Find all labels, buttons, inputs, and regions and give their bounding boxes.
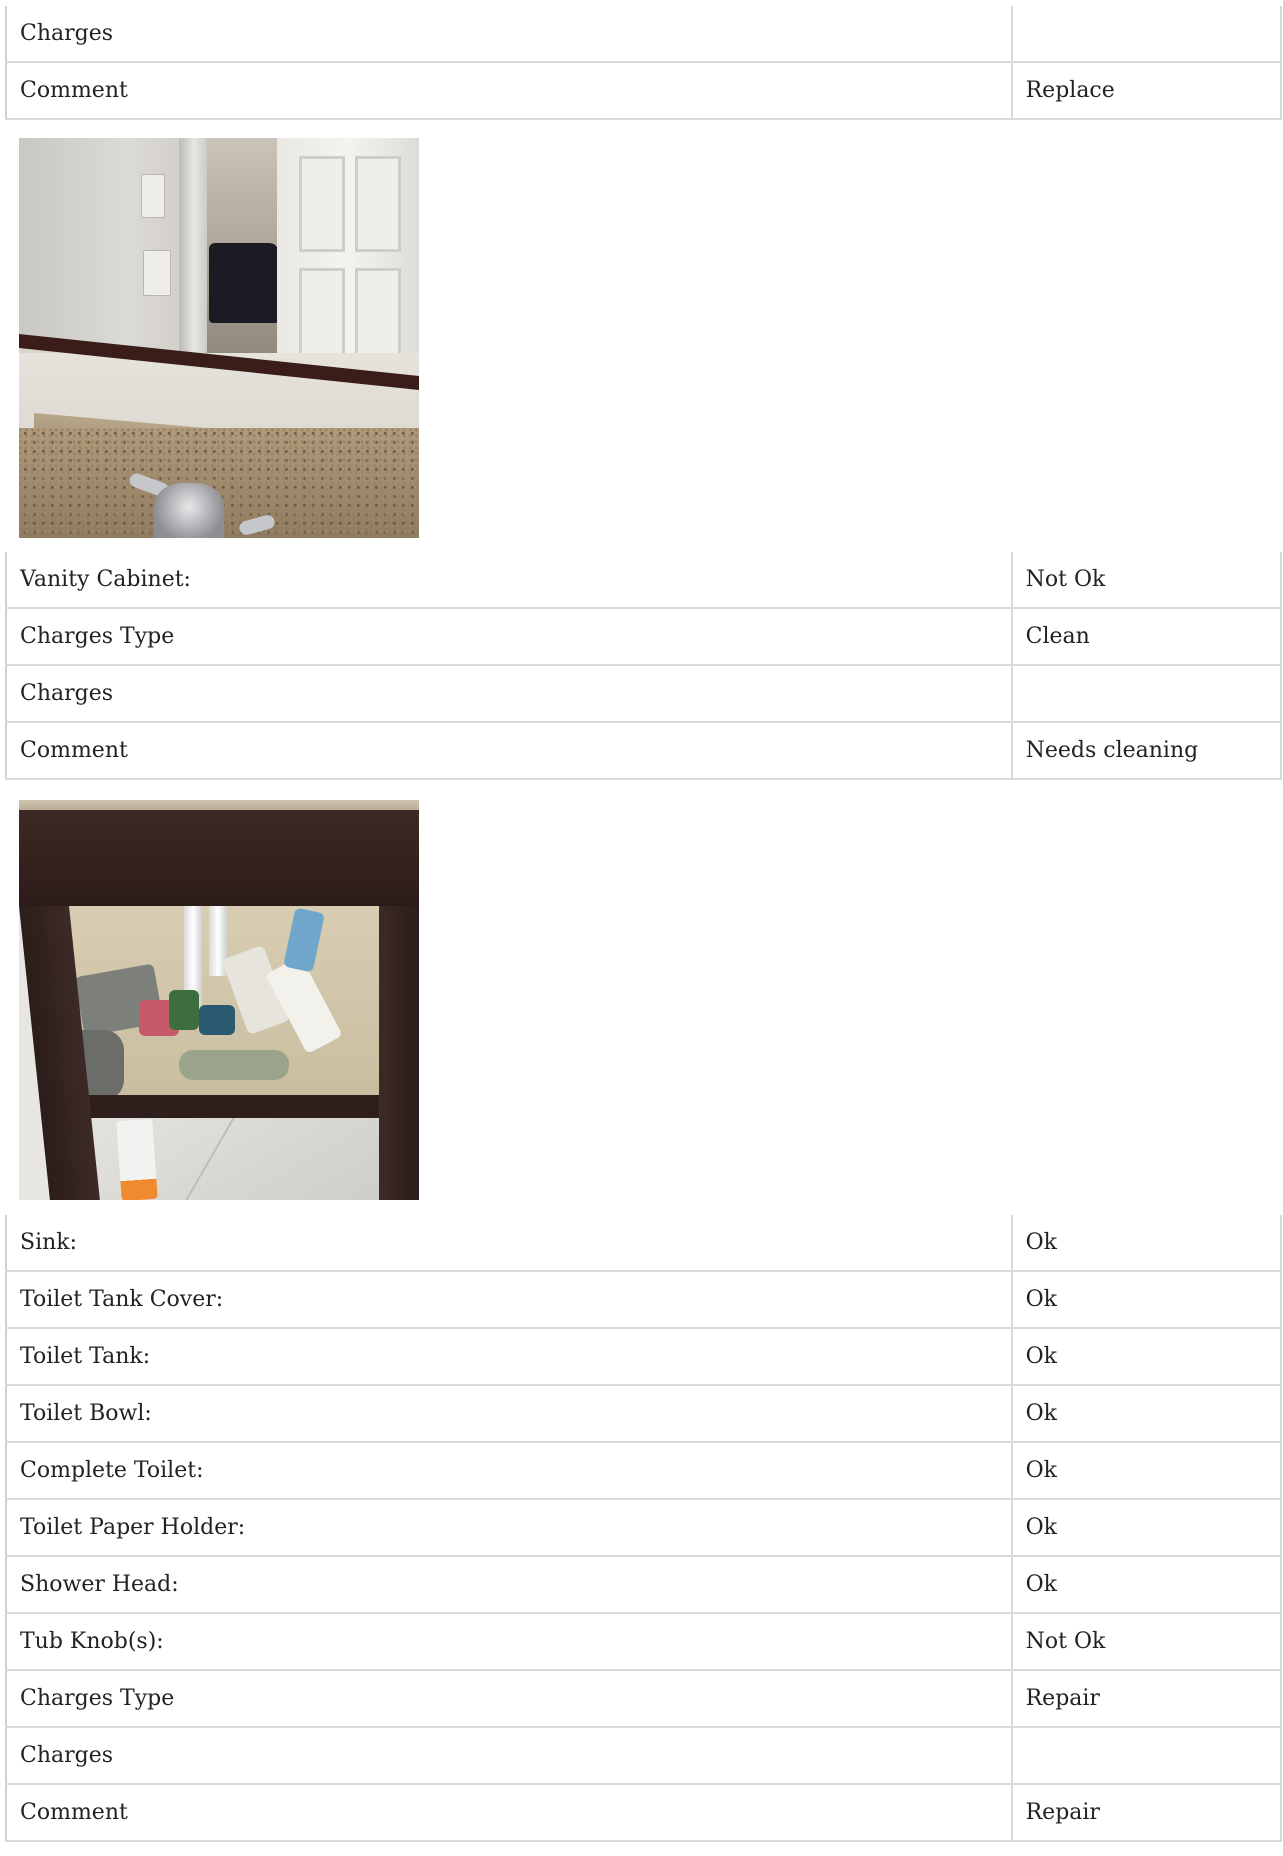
table-row: Toilet Tank: Ok [5, 1327, 1283, 1386]
photo-clutter [199, 1005, 235, 1035]
row-label: Toilet Bowl: [5, 1384, 1013, 1443]
row-label: Charges [5, 6, 1013, 63]
photo-wall [19, 138, 199, 348]
row-label: Comment [5, 721, 1013, 780]
table-row: Tub Knob(s): Not Ok [5, 1612, 1283, 1671]
row-label: Charges [5, 664, 1013, 723]
row-value [1010, 6, 1283, 63]
row-label: Charges [5, 1726, 1013, 1785]
row-value: Clean [1010, 607, 1283, 666]
row-value: Not Ok [1010, 552, 1283, 609]
row-value: Ok [1010, 1327, 1283, 1386]
table-row: Toilet Tank Cover: Ok [5, 1270, 1283, 1329]
photo-bags [209, 243, 279, 323]
inspection-photo-cabinet[interactable] [19, 800, 419, 1200]
row-label: Vanity Cabinet: [5, 552, 1013, 609]
photo-cabinet-base [79, 1095, 379, 1119]
photo-doorframe [179, 138, 209, 368]
photo-floor-tile [59, 1118, 389, 1200]
inspection-table-2: Vanity Cabinet: Not Ok Charges Type Clea… [5, 552, 1283, 780]
photo-clutter [169, 990, 199, 1030]
row-label: Sink: [5, 1215, 1013, 1272]
table-row: Comment Replace [5, 61, 1283, 120]
table-row: Charges Type Repair [5, 1669, 1283, 1728]
table-row: Charges [5, 1726, 1283, 1785]
photo-cabinet-top [19, 810, 419, 906]
table-row: Sink: Ok [5, 1215, 1283, 1272]
row-label: Toilet Paper Holder: [5, 1498, 1013, 1557]
row-value: Ok [1010, 1555, 1283, 1614]
photo-faucet [154, 483, 224, 538]
row-label: Comment [5, 1783, 1013, 1842]
row-label: Complete Toilet: [5, 1441, 1013, 1500]
photo-outlet [143, 250, 171, 296]
table-row: Charges Type Clean [5, 607, 1283, 666]
row-label: Charges Type [5, 1669, 1013, 1728]
table-row: Vanity Cabinet: Not Ok [5, 552, 1283, 609]
inspection-table-3: Sink: Ok Toilet Tank Cover: Ok Toilet Ta… [5, 1215, 1283, 1842]
table-row: Complete Toilet: Ok [5, 1441, 1283, 1500]
table-row: Comment Needs cleaning [5, 721, 1283, 780]
inspection-table-1: Charges Comment Replace [5, 6, 1283, 120]
row-value: Repair [1010, 1669, 1283, 1728]
table-row: Charges [5, 664, 1283, 723]
row-value: Replace [1010, 61, 1283, 120]
photo-cabinet-door [379, 906, 419, 1200]
row-label: Charges Type [5, 607, 1013, 666]
row-value: Ok [1010, 1441, 1283, 1500]
row-value [1010, 1726, 1283, 1785]
inspection-photo-mirror[interactable] [19, 138, 419, 538]
row-label: Tub Knob(s): [5, 1612, 1013, 1671]
photo-bottle [116, 1118, 158, 1200]
row-label: Toilet Tank: [5, 1327, 1013, 1386]
row-value: Ok [1010, 1215, 1283, 1272]
row-value: Repair [1010, 1783, 1283, 1842]
photo-clutter [179, 1050, 289, 1080]
table-row: Comment Repair [5, 1783, 1283, 1842]
row-value: Ok [1010, 1270, 1283, 1329]
photo-countertop [19, 800, 419, 810]
row-value: Ok [1010, 1498, 1283, 1557]
row-value [1010, 664, 1283, 723]
table-row: Toilet Bowl: Ok [5, 1384, 1283, 1443]
row-value: Not Ok [1010, 1612, 1283, 1671]
table-row: Charges [5, 6, 1283, 63]
row-label: Shower Head: [5, 1555, 1013, 1614]
photo-light-switch [141, 174, 165, 218]
row-value: Needs cleaning [1010, 721, 1283, 780]
row-label: Comment [5, 61, 1013, 120]
table-row: Shower Head: Ok [5, 1555, 1283, 1614]
row-label: Toilet Tank Cover: [5, 1270, 1013, 1329]
row-value: Ok [1010, 1384, 1283, 1443]
table-row: Toilet Paper Holder: Ok [5, 1498, 1283, 1557]
